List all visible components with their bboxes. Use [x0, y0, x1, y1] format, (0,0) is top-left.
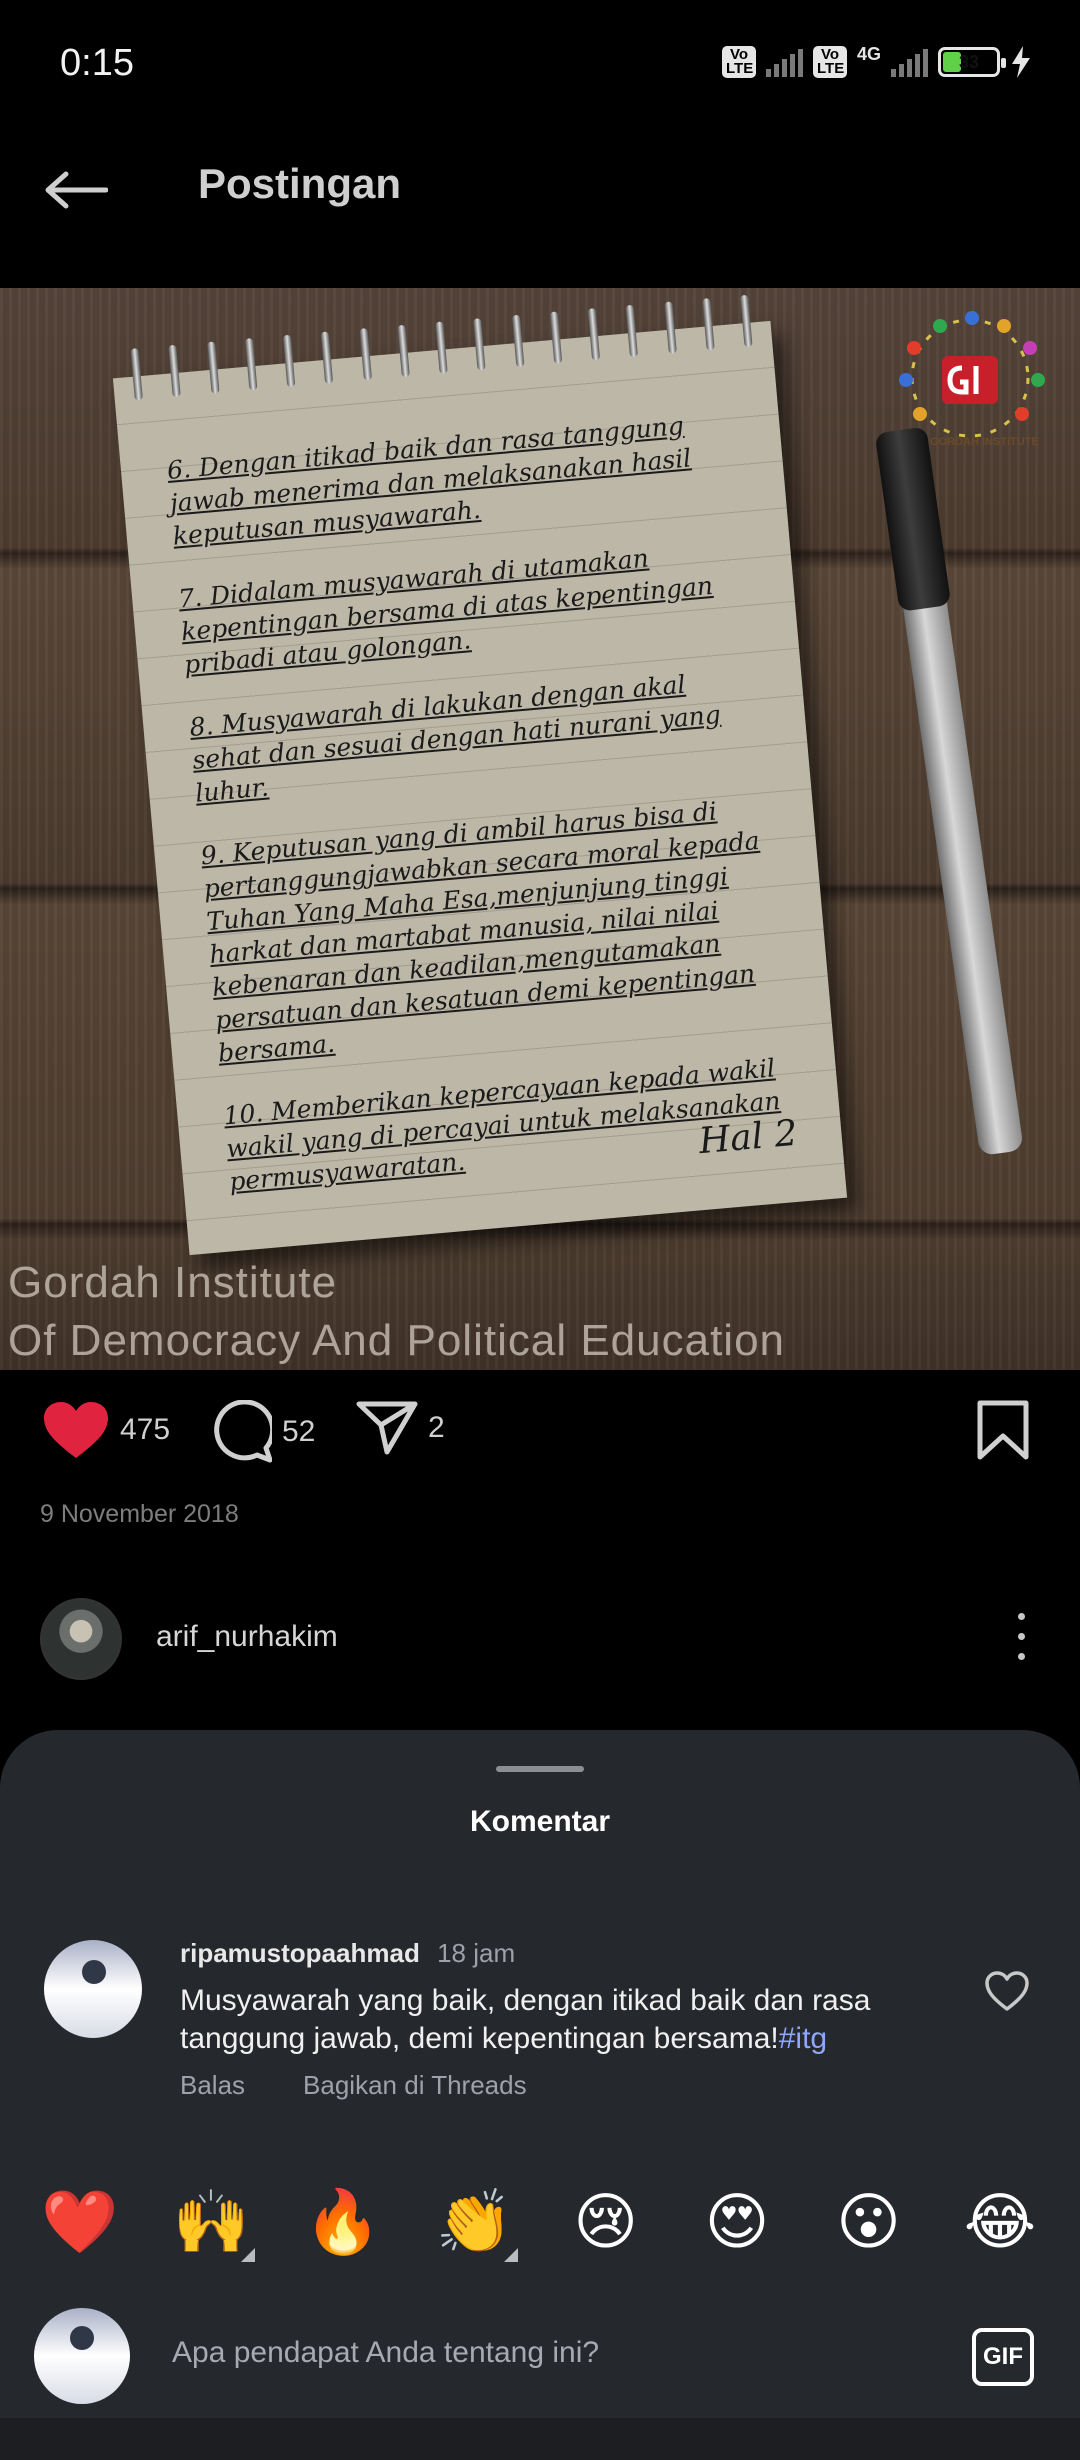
emoji-reaction-bar: ❤️ 🙌 🔥 👏 😢 😍 😮 😂	[40, 2188, 1040, 2262]
dot-icon	[1017, 1652, 1025, 1660]
arrow-left-icon	[45, 171, 108, 209]
comment-links: Balas Bagikan di Threads	[180, 2070, 527, 2101]
comment-body: Musyawarah yang baik, dengan itikad baik…	[180, 1984, 871, 2055]
logo-text: GORDAH INSTITUTE	[930, 436, 1039, 448]
more-options-button[interactable]	[1006, 1606, 1036, 1666]
signal-icon	[891, 47, 928, 77]
system-nav-bar	[0, 2418, 1080, 2460]
comment-hashtag[interactable]: #itg	[779, 2022, 827, 2055]
author-row[interactable]: arif_nurhakim	[0, 1590, 1080, 1700]
emoji-heart[interactable]: ❤️	[40, 2188, 120, 2258]
emoji-glyph: 😍	[704, 2188, 770, 2257]
emoji-raised-hands[interactable]: 🙌	[171, 2188, 256, 2262]
share-threads-button[interactable]: Bagikan di Threads	[303, 2070, 527, 2101]
emoji-glyph: 👏	[435, 2188, 513, 2257]
network-type: 4G	[856, 43, 881, 64]
notepad-item: 8. Musyawarah di lakukan dengan akal seh…	[188, 669, 722, 808]
author-username[interactable]: arif_nurhakim	[156, 1620, 338, 1654]
comment-count: 52	[282, 1415, 316, 1448]
battery-icon: 33	[938, 47, 1006, 77]
notepad: 6. Dengan itikad baik dan rasa tanggung …	[112, 294, 848, 1256]
emoji-heart-eyes[interactable]: 😍	[697, 2188, 777, 2258]
emoji-glyph: 😂	[963, 2188, 1037, 2257]
emoji-clap[interactable]: 👏	[434, 2188, 519, 2262]
emoji-laughing[interactable]: 😂	[960, 2188, 1040, 2258]
comments-sheet: Komentar ripamustopaahmad 18 jam Musyawa…	[0, 1730, 1080, 2460]
avatar[interactable]	[40, 1598, 122, 1680]
sheet-title: Komentar	[469, 1805, 611, 1838]
variant-indicator-icon	[241, 2248, 256, 2262]
like-count: 475	[120, 1413, 171, 1446]
emoji-glyph: 🔥	[304, 2188, 382, 2257]
status-time: 0:15	[60, 42, 134, 84]
notepad-item: 7. Didalam musyawarah di utamakan kepent…	[177, 543, 715, 680]
emoji-glyph: 😮	[836, 2188, 901, 2257]
emoji-glyph: 😢	[573, 2188, 638, 2257]
post-image[interactable]: 6. Dengan itikad baik dan rasa tanggung …	[0, 288, 1080, 1370]
comment-input-row: Apa pendapat Anda tentang ini? GIF	[0, 2290, 1080, 2410]
bookmark-button[interactable]	[976, 1400, 1030, 1465]
dot-icon	[1017, 1612, 1025, 1620]
volte-icon: Vo LTE	[812, 46, 847, 78]
signal-icon	[765, 47, 803, 77]
comment-username[interactable]: ripamustopaahmad	[180, 1938, 420, 1968]
sheet-grabber[interactable]	[496, 1766, 584, 1772]
my-avatar	[34, 2308, 130, 2404]
comment-text: Musyawarah yang baik, dengan itikad baik…	[180, 1982, 940, 2058]
emoji-crying[interactable]: 😢	[566, 2188, 646, 2258]
emoji-glyph: ❤️	[41, 2188, 119, 2257]
post-date: 9 November 2018	[40, 1500, 239, 1528]
bookmark-icon	[977, 1400, 1029, 1460]
emoji-fire[interactable]: 🔥	[303, 2188, 383, 2258]
comment-icon	[214, 1400, 272, 1463]
comment-time: 18 jam	[437, 1938, 516, 1968]
volte-icon: Vo LTE	[721, 46, 756, 78]
emoji-glyph: 🙌	[172, 2188, 251, 2257]
notepad-text: 6. Dengan itikad baik dan rasa tanggung …	[166, 404, 806, 1228]
emoji-surprised[interactable]: 😮	[829, 2188, 909, 2258]
comment-avatar[interactable]	[44, 1940, 142, 2038]
charging-icon	[1012, 46, 1030, 78]
header: Postingan	[0, 130, 1080, 290]
share-button[interactable]: 2	[356, 1400, 445, 1456]
status-icons: Vo LTE Vo LTE 4G 33	[721, 43, 1032, 78]
heart-filled-icon	[44, 1402, 108, 1458]
notepad-item: 9. Keputusan yang di ambil harus bisa di…	[199, 796, 761, 1068]
watermark-line2: Of Democracy And Political Education	[8, 1316, 786, 1365]
status-bar: 0:15 Vo LTE Vo LTE 4G 33	[0, 0, 1080, 130]
battery-level: 33	[958, 51, 980, 72]
like-button[interactable]: 475	[42, 1400, 170, 1460]
share-count: 2	[428, 1411, 445, 1444]
notepad-item: 6. Dengan itikad baik dan rasa tanggung …	[165, 410, 693, 551]
notepad-page: Hal 2	[697, 1112, 800, 1163]
gif-button[interactable]: GIF	[972, 2328, 1034, 2386]
dot-icon	[1017, 1632, 1025, 1640]
comment-like-button[interactable]	[984, 1970, 1030, 2017]
heart-outline-icon	[985, 1971, 1029, 2011]
send-icon	[356, 1401, 418, 1455]
back-button[interactable]	[40, 154, 112, 226]
comment-button[interactable]: 52	[208, 1400, 315, 1464]
watermark-line1: Gordah Institute	[8, 1258, 338, 1307]
variant-indicator-icon	[504, 2248, 519, 2262]
page-title: Postingan	[198, 160, 402, 207]
reply-button[interactable]: Balas	[180, 2070, 245, 2101]
comment-meta: ripamustopaahmad 18 jam	[180, 1938, 515, 1969]
post-actions: 475 52 2 9 November 2018 arif_nurhakim	[0, 1370, 1080, 1710]
comment-input[interactable]: Apa pendapat Anda tentang ini?	[172, 2336, 872, 2370]
